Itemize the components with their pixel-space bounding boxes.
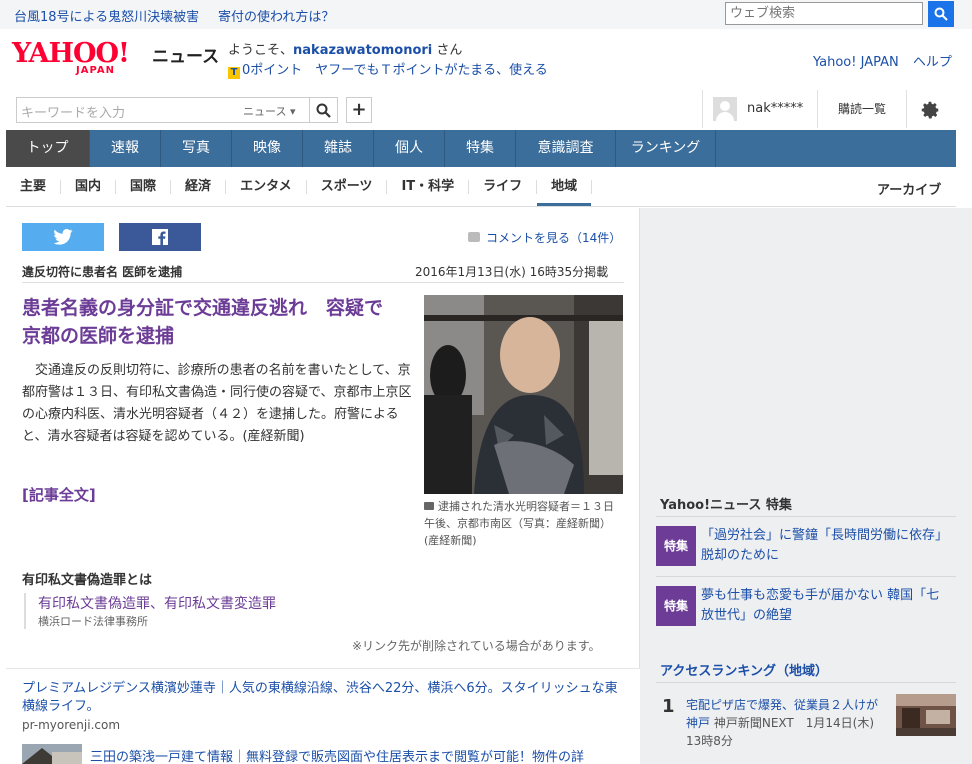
ad-1-title[interactable]: プレミアムレジデンス横濱妙蓮寺｜人気の東横線沿線、渋谷へ22分、横浜へ6分。スタ… [22,680,622,716]
subnav-it-science[interactable]: IT・科学 [387,179,470,194]
divider [656,516,956,517]
ad-2-thumbnail[interactable] [22,744,82,764]
add-button[interactable]: + [346,97,372,123]
ranking-title[interactable]: アクセスランキング（地域） [660,660,828,679]
subnav-economy[interactable]: 経済 [171,179,227,194]
subnav-domestic[interactable]: 国内 [61,179,117,194]
subnav-entertainment[interactable]: エンタメ [226,179,307,194]
article-photo[interactable] [424,295,623,494]
welcome-prefix: ようこそ、 [228,43,294,58]
twitter-icon [53,229,73,245]
subnav-sports[interactable]: スポーツ [307,179,388,194]
search-scope-select[interactable]: ニュース ▾ [243,103,295,119]
divider [22,282,624,283]
tab-top[interactable]: トップ [6,130,90,167]
tab-photos[interactable]: 写真 [161,130,232,167]
welcome-suffix: さん [432,43,463,58]
ranking-item-1-thumbnail[interactable] [896,694,956,736]
related-section-title: 有印私文書偽造罪とは [22,573,153,588]
article-panel: コメントを見る（14件） 違反切符に患者名 医師を逮捕 2016年1月13日(水… [6,208,640,668]
gear-icon[interactable] [919,99,941,121]
logo-yahoo-text: YAHOO! [12,38,130,69]
feature-badge: 特集 [656,586,696,626]
article-headline[interactable]: 患者名義の身分証で交通違反逃れ 容疑で京都の医師を逮捕 [22,294,400,350]
divider [656,682,956,683]
link-removal-note: ※リンク先が削除されている場合があります。 [352,639,601,653]
header-links: Yahoo! JAPAN ヘルプ [813,51,952,70]
tab-individual[interactable]: 個人 [374,130,445,167]
ad-2-title[interactable]: 三田の築浅一戸建て情報｜無料登録で販売図面や住居表示まで閲覧が可能！物件の詳 [90,746,630,764]
full-article-link[interactable]: [記事全文] [22,484,96,505]
divider [656,576,956,577]
features-title: Yahoo!ニュース 特集 [660,498,792,513]
search-icon [316,103,331,118]
keyword-search-input[interactable]: キーワードを入力 [21,102,125,121]
tab-breaking[interactable]: 速報 [90,130,161,167]
top-headline-link-1[interactable]: 台風18号による鬼怒川決壊被害 [14,6,199,25]
feature-item-1[interactable]: 特集 「過労社会」に警鐘「長時間労働に依存」脱却のために [656,526,956,566]
comments-link[interactable]: コメントを見る（14件） [468,229,621,246]
search-icon [934,7,948,21]
comment-icon [468,232,480,242]
facebook-icon [152,229,168,245]
tab-features[interactable]: 特集 [445,130,516,167]
article-published: 2016年1月13日(水) 16時35分掲載 [415,265,609,279]
welcome-message: ようこそ、nakazawatomonori さん [228,39,462,58]
right-column [640,208,972,764]
tab-survey[interactable]: 意識調査 [516,130,616,167]
subnav-main[interactable]: 主要 [6,179,62,194]
subscriptions-button[interactable]: 購読一覧 [817,90,907,128]
related-accent-bar [24,593,26,629]
article-body: 交通違反の反則切符に、診療所の患者の名前を書いたとして、京都府警は１３日、有印私… [22,363,412,444]
subnav-local[interactable]: 地域 [537,179,593,206]
sub-nav: 主要 国内 国際 経済 エンタメ スポーツ IT・科学 ライフ 地域 アーカイブ [6,167,956,207]
feature-item-2[interactable]: 特集 夢も仕事も恋愛も手が届かない 韓国「七放世代」の絶望 [656,586,956,626]
web-search-button[interactable] [928,1,954,27]
ads-divider [6,668,640,669]
subnav-international[interactable]: 国際 [116,179,172,194]
related-link[interactable]: 有印私文書偽造罪、有印私文書変造罪 [38,593,276,613]
section-name[interactable]: ニュース [152,42,219,67]
ranking-item-1[interactable]: 宅配ピザ店で爆発、従業員２人けが 神戸 神戸新聞NEXT 1月14日(木) 13… [686,696,892,750]
main-nav: トップ 速報 写真 映像 雑誌 個人 特集 意識調査 ランキング [6,130,956,167]
tpoint-icon: T [228,67,240,79]
subnav-life[interactable]: ライフ [469,179,538,194]
plus-icon: + [351,99,367,120]
archive-link[interactable]: アーカイブ [877,179,941,198]
tpoint-text: 0ポイント ヤフーでもＴポイントがたまる、使える [242,63,548,78]
keyword-search-button[interactable] [309,98,337,122]
comments-label: コメントを見る（14件） [486,231,622,245]
facebook-share-button[interactable] [119,223,201,251]
tab-video[interactable]: 映像 [232,130,303,167]
ad-1-url[interactable]: pr-myorenji.com [22,718,120,732]
tab-magazines[interactable]: 雑誌 [303,130,374,167]
feature-item-2-text[interactable]: 夢も仕事も恋愛も手が届かない 韓国「七放世代」の絶望 [701,586,951,626]
avatar[interactable] [713,97,737,121]
keyword-search-box: キーワードを入力 ニュース ▾ [16,97,338,123]
yahoo-japan-logo[interactable]: YAHOO! JAPAN [12,38,148,77]
top-news-strip: 台風18号による鬼怒川決壊被害 寄付の使われ方は？ [0,0,972,29]
tpoint-link[interactable]: T 0ポイント ヤフーでもＴポイントがたまる、使える [228,59,548,79]
feature-item-1-text[interactable]: 「過労社会」に警鐘「長時間労働に依存」脱却のために [701,526,951,566]
username-link[interactable]: nakazawatomonori [293,43,432,58]
feature-badge: 特集 [656,526,696,566]
ranking-number: 1 [662,696,675,717]
camera-icon [424,502,434,510]
photo-caption: 逮捕された清水光明容疑者＝１３日午後、京都市南区（写真：産経新聞）(産経新聞) [424,498,624,549]
help-link[interactable]: ヘルプ [913,55,952,70]
user-area: nak***** 購読一覧 [702,90,956,128]
twitter-share-button[interactable] [22,223,104,251]
photo-caption-text: 逮捕された清水光明容疑者＝１３日午後、京都市南区（写真：産経新聞）(産経新聞) [424,500,614,547]
tab-ranking[interactable]: ランキング [616,130,716,167]
logo-japan-text: JAPAN [76,65,115,76]
article-kicker: 違反切符に患者名 医師を逮捕 [22,265,183,279]
web-search-input[interactable] [725,2,923,25]
top-headline-link-2[interactable]: 寄付の使われ方は？ [218,6,334,25]
related-source: 横浜ロード法律事務所 [38,615,148,628]
suspect-photo-image [424,295,623,494]
yahoo-japan-link[interactable]: Yahoo! JAPAN [813,55,899,70]
ranking-item-1-meta: 神戸新聞NEXT 1月14日(木) 13時8分 [686,716,875,748]
user-name[interactable]: nak***** [747,101,803,116]
